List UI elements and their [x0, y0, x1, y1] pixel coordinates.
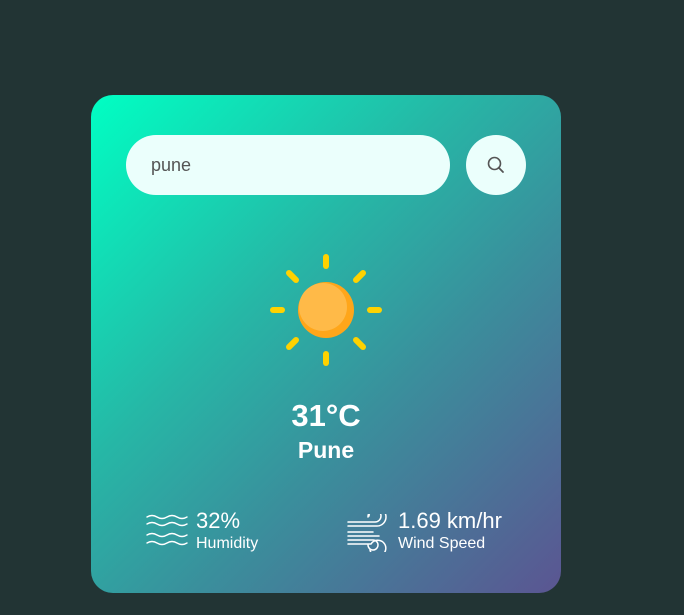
search-input[interactable] [126, 135, 450, 195]
search-icon [487, 156, 504, 173]
humidity-label: Humidity [196, 535, 259, 552]
city-name: Pune [297, 437, 355, 463]
sun-icon [270, 254, 382, 366]
wind-speed-label: Wind Speed [398, 535, 486, 552]
search-button[interactable] [466, 135, 526, 195]
temperature: 31°C [291, 398, 361, 433]
wind-speed-value: 1.69 km/hr [398, 508, 502, 533]
humidity-value: 32% [196, 508, 241, 533]
weather-card: 31°C Pune 32% Humidity 1.69 km/hr [91, 95, 561, 593]
wind-detail: 1.69 km/hr Wind Speed [347, 508, 547, 556]
humidity-waves-icon [146, 514, 188, 546]
search-bar [126, 135, 526, 195]
humidity-detail: 32% Humidity [146, 508, 306, 556]
wind-icon [347, 514, 387, 552]
